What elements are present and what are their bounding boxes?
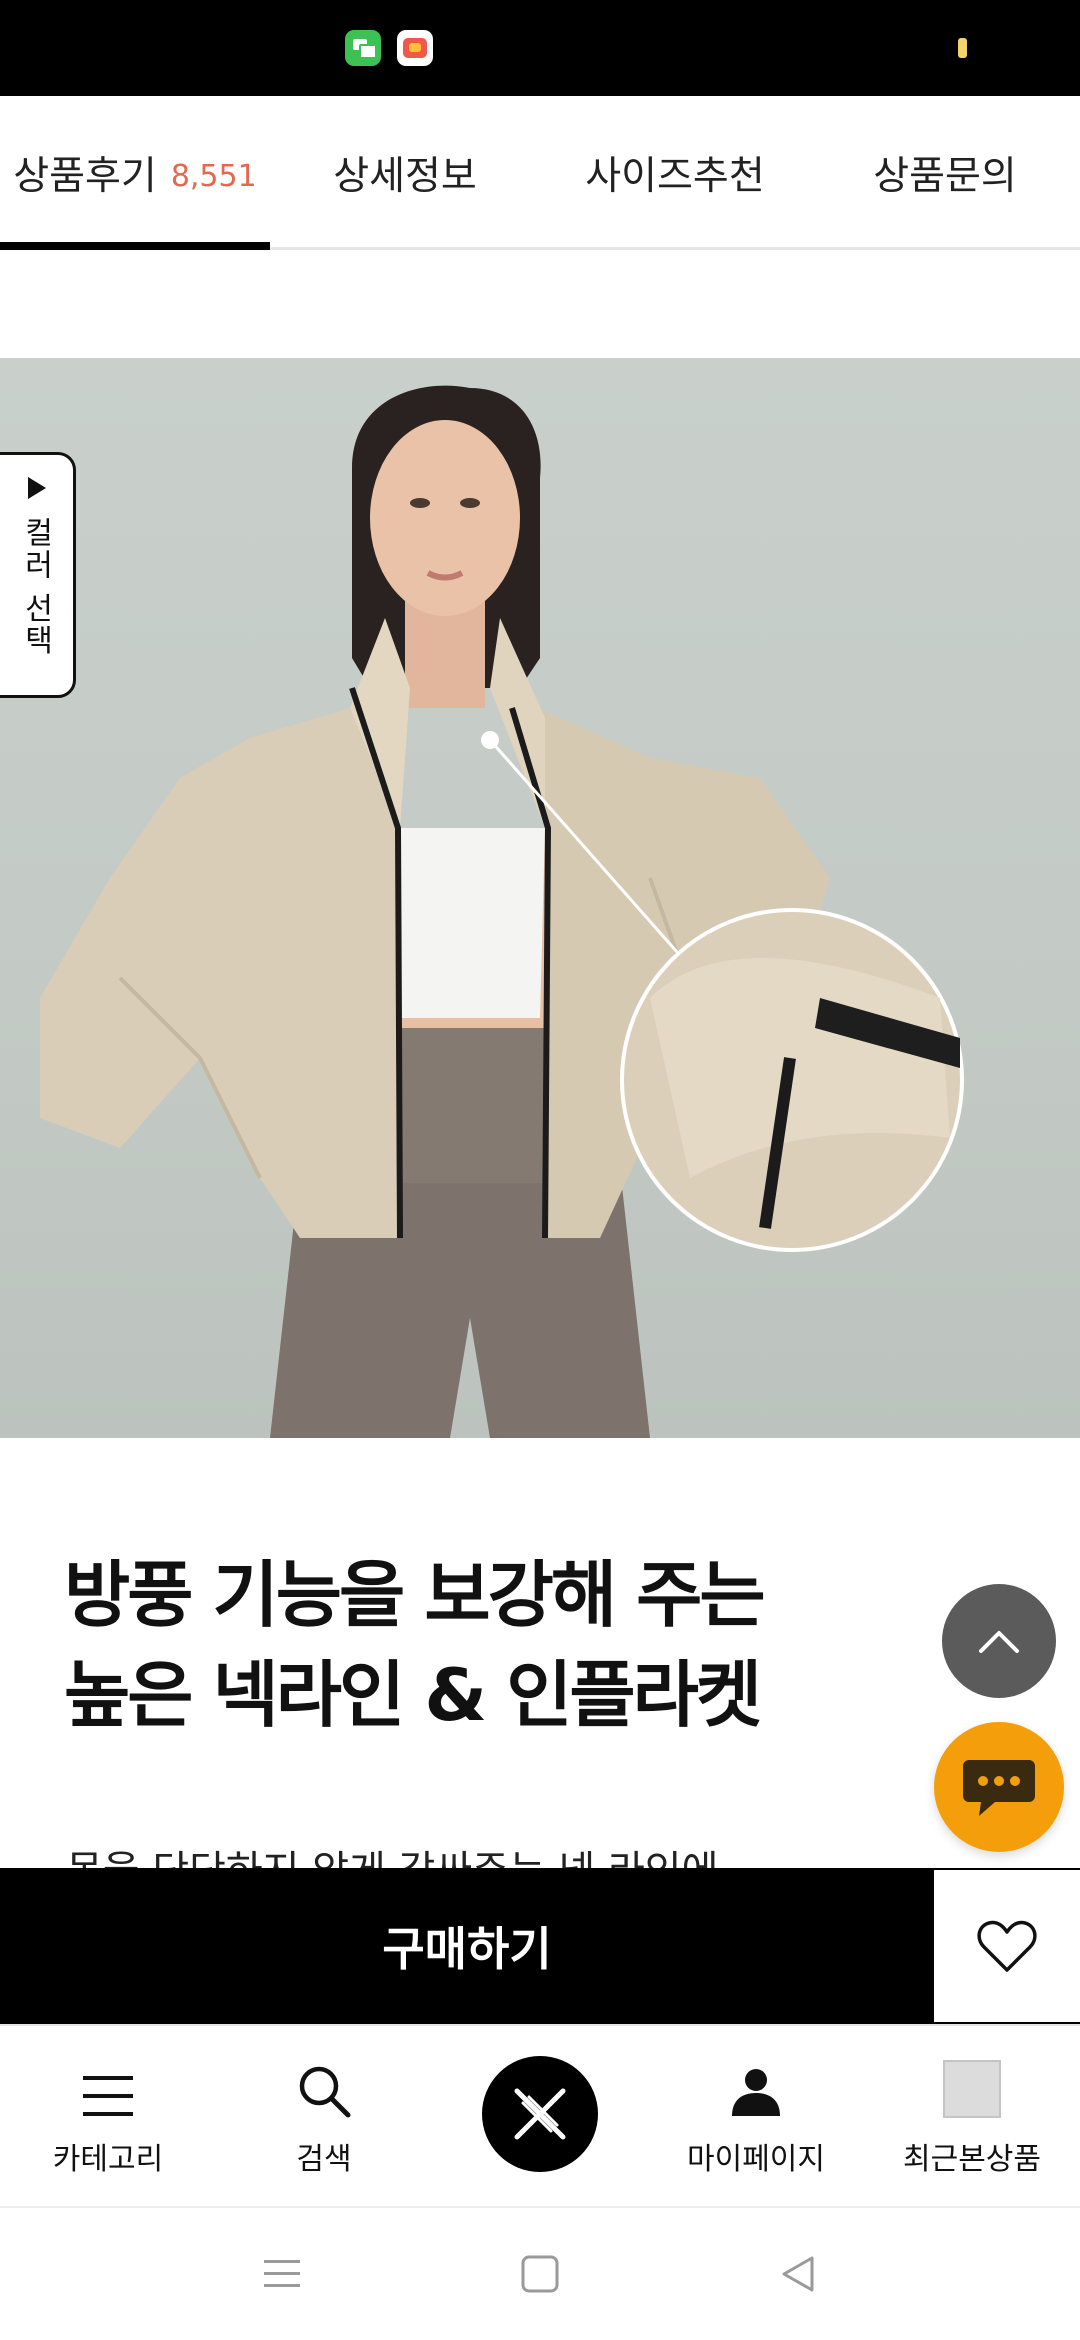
model-illustration [40,385,964,1438]
home-button[interactable] [480,2208,600,2340]
headline-line-2: 높은 넥라인 & 인플라켓 [64,1653,762,1737]
tab-inquiry[interactable]: 상품문의 [810,96,1080,250]
play-arrow-icon [28,477,46,499]
tab-inquiry-label: 상품문의 [873,154,1017,199]
nav-search[interactable]: 검색 [216,2026,432,2210]
recent-product-thumbnail [943,2060,1001,2118]
nav-home-logo-button[interactable] [482,2056,598,2172]
nav-mypage[interactable]: 마이페이지 [648,2026,864,2210]
back-button[interactable] [738,2208,858,2340]
nav-category[interactable]: 카테고리 [0,2026,216,2210]
product-tabs: 상품후기 8,551 상세정보 사이즈추천 상품문의 [0,96,1080,250]
bottom-navigation: 카테고리 검색 마이페이지 최근본상품 [0,2024,1080,2208]
color-select-label: 컬러 선택 [18,517,53,657]
wishlist-button[interactable] [934,1868,1080,2024]
xexymix-logo-icon [514,2088,566,2140]
messages-app-icon [345,30,381,66]
tab-details-label: 상세정보 [333,154,477,199]
tab-details[interactable]: 상세정보 [270,96,540,250]
game-app-icon [397,30,433,66]
recent-apps-button[interactable] [222,2208,342,2340]
heart-icon [977,1920,1037,1972]
battery-icon [958,38,967,58]
recent-apps-icon [264,2260,300,2287]
headline-line-1: 방풍 기능을 보강해 주는 [64,1553,766,1637]
person-icon [732,2069,780,2116]
chat-bubble-icon [963,1760,1035,1816]
tab-size-label: 사이즈추천 [585,154,765,199]
nav-mypage-label: 마이페이지 [687,2142,825,2177]
buy-button[interactable]: 구매하기 [0,1868,934,2024]
tab-size-recommend[interactable]: 사이즈추천 [540,96,810,250]
nav-recent-label: 최근본상품 [903,2142,1041,2177]
section-headline: 방풍 기능을 보강해 주는 높은 넥라인 & 인플라켓 [64,1545,964,1745]
nav-search-label: 검색 [296,2142,352,2177]
scroll-to-top-button[interactable] [942,1584,1056,1698]
menu-icon [83,2076,133,2116]
nav-recent[interactable]: 최근본상품 [864,2026,1080,2210]
review-count: 8,551 [170,158,257,194]
chat-button[interactable] [934,1722,1064,1852]
color-select-button[interactable]: 컬러 선택 [0,452,76,698]
tab-reviews[interactable]: 상품후기 8,551 [0,96,270,250]
product-image: 컬러 선택 [0,358,1080,1438]
back-triangle-icon [782,2256,814,2292]
active-tab-indicator [0,242,270,250]
purchase-bar: 구매하기 [0,1868,1080,2024]
system-navigation-bar [0,2208,1080,2340]
chevron-up-icon [979,1631,1019,1653]
nav-category-label: 카테고리 [52,2142,164,2177]
search-icon [299,2066,351,2118]
status-bar [0,0,1080,96]
tab-reviews-label: 상품후기 [13,154,157,199]
home-square-icon [521,2255,559,2293]
